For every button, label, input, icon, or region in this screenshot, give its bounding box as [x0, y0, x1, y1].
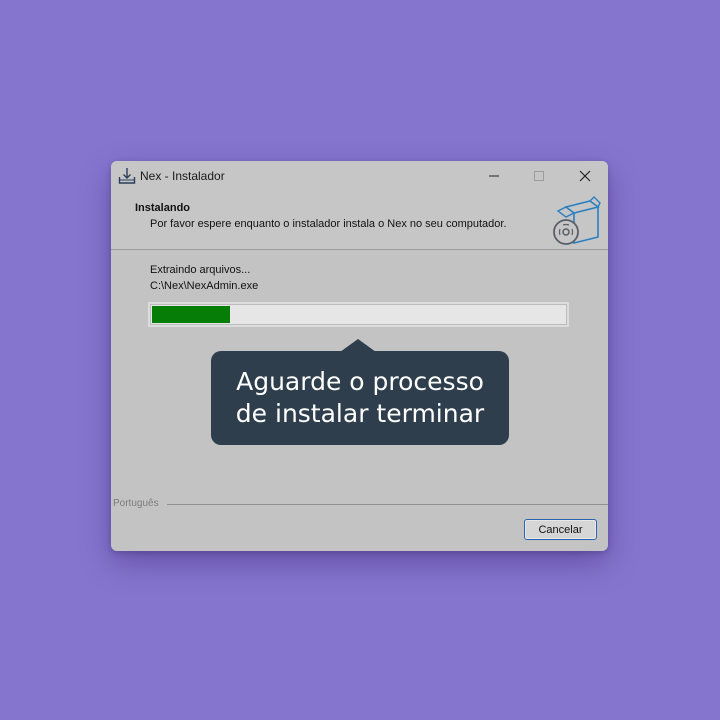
tooltip-line-1: Aguarde o processo: [236, 367, 484, 396]
current-file-path: C:\Nex\NexAdmin.exe: [150, 280, 259, 292]
installer-window: Nex - Instalador Instalando Por favor es…: [111, 161, 608, 551]
footer-divider: [167, 504, 608, 505]
tooltip-line-2: de instalar terminar: [235, 399, 485, 428]
title-bar[interactable]: Nex - Instalador: [111, 161, 608, 191]
window-title: Nex - Instalador: [140, 169, 225, 183]
page-title: Instalando: [135, 202, 191, 214]
language-label: Português: [113, 498, 159, 509]
maximize-icon: [534, 171, 544, 181]
minimize-button[interactable]: [471, 161, 517, 191]
installer-header: Instalando Por favor espere enquanto o i…: [111, 191, 608, 249]
minimize-icon: [489, 175, 499, 177]
wait-tooltip: Aguarde o processo de instalar terminar: [211, 351, 509, 445]
maximize-button[interactable]: [516, 161, 562, 191]
header-divider: [111, 249, 608, 250]
page-subtitle: Por favor espere enquanto o instalador i…: [150, 218, 507, 230]
status-text: Extraindo arquivos...: [150, 264, 251, 276]
close-icon: [579, 170, 591, 182]
download-tray-icon: [118, 168, 136, 184]
progress-fill: [152, 306, 230, 323]
software-box-disc-icon: [553, 196, 601, 245]
install-progress-bar: [150, 304, 567, 325]
close-button[interactable]: [562, 161, 608, 191]
cancel-button[interactable]: Cancelar: [524, 519, 597, 540]
